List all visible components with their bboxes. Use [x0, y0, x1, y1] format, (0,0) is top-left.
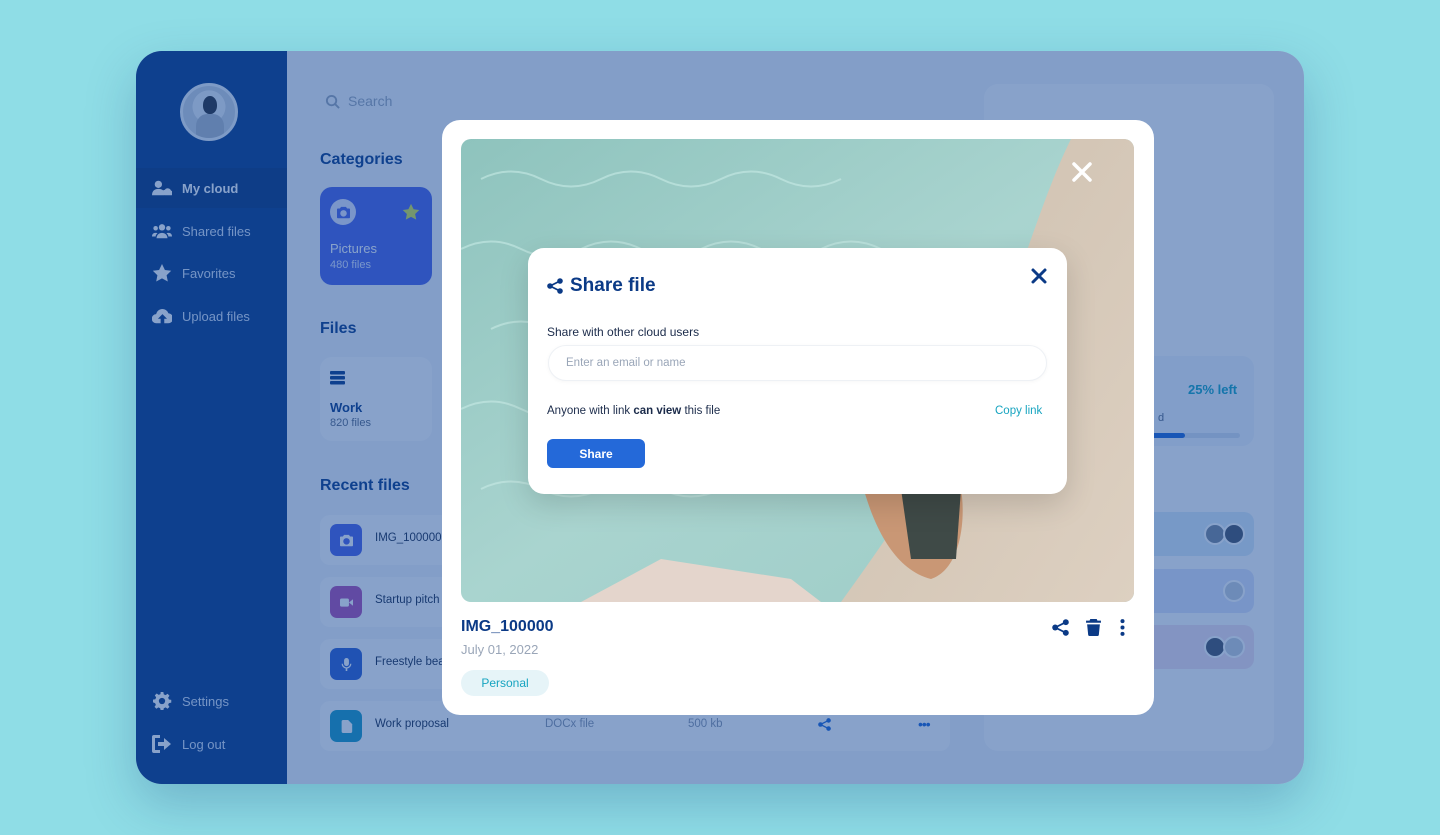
email-or-name-input[interactable]: [548, 345, 1047, 381]
link-permission-text: Anyone with link can view this file: [547, 405, 720, 417]
link-suffix: this file: [684, 405, 721, 417]
more-options-button[interactable]: [1112, 617, 1132, 637]
copy-link-button[interactable]: Copy link: [995, 405, 1042, 417]
trash-icon: [1085, 618, 1101, 636]
delete-button[interactable]: [1083, 617, 1103, 637]
more-vertical-icon: [1119, 618, 1125, 636]
link-permission[interactable]: can view: [633, 405, 681, 417]
close-icon[interactable]: [1070, 160, 1094, 184]
share-file-dialog: Share file Share with other cloud users …: [528, 248, 1067, 494]
share-users-label: Share with other cloud users: [547, 325, 700, 339]
link-prefix: Anyone with link: [547, 405, 631, 417]
file-title: IMG_100000: [461, 618, 554, 635]
share-icon: [1051, 618, 1069, 636]
file-date: July 01, 2022: [461, 642, 539, 657]
share-submit-button[interactable]: Share: [547, 439, 645, 468]
share-icon: [547, 278, 563, 294]
dialog-title: Share file: [570, 275, 656, 296]
dialog-header: Share file: [547, 275, 656, 297]
tag-badge[interactable]: Personal: [461, 670, 549, 696]
share-button[interactable]: [1050, 617, 1070, 637]
close-icon[interactable]: [1030, 267, 1048, 285]
